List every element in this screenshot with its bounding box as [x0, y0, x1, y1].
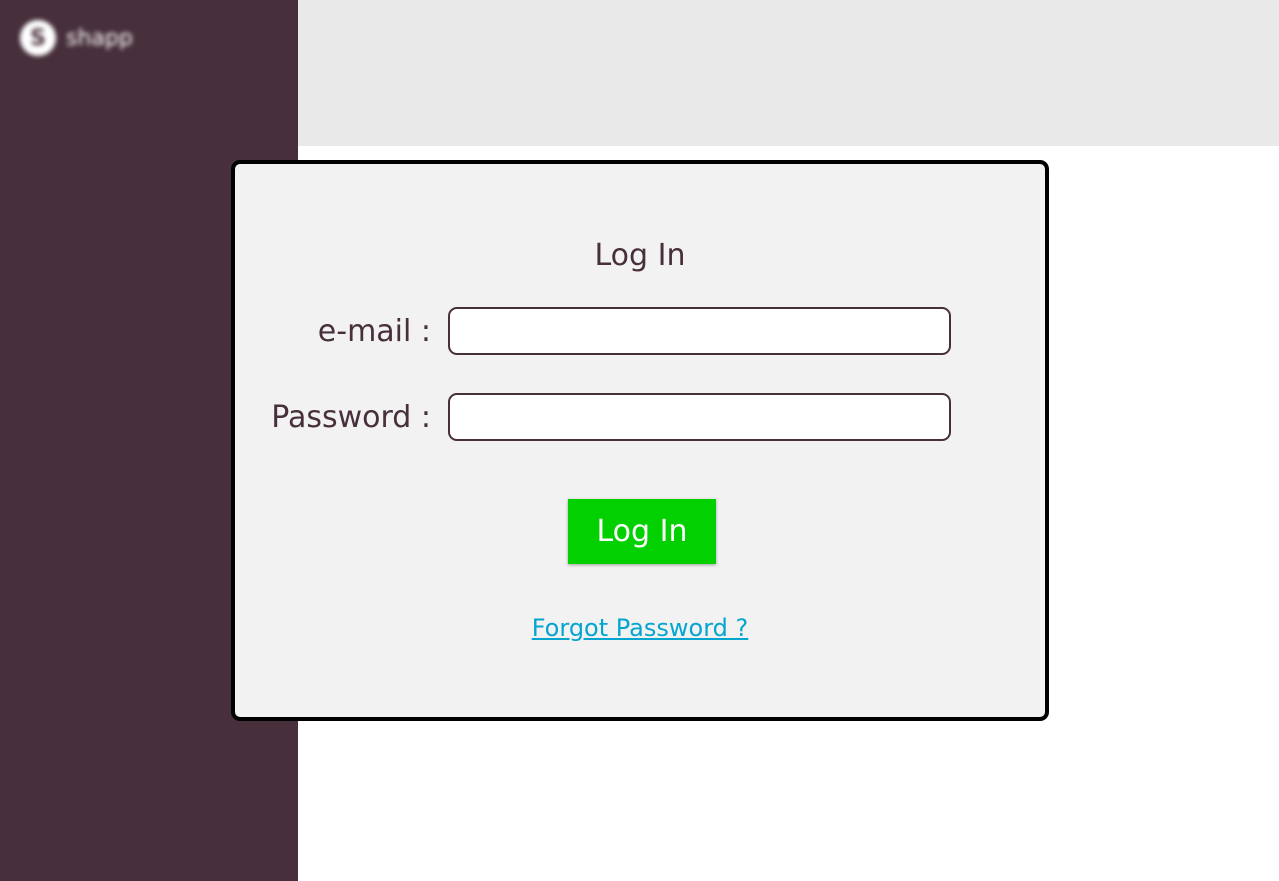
forgot-password-container: Forgot Password ? — [235, 614, 1045, 642]
password-field[interactable] — [448, 393, 951, 441]
email-field[interactable] — [448, 307, 951, 355]
password-label: Password : — [271, 400, 431, 435]
login-title: Log In — [594, 238, 686, 273]
brand: S shapp — [20, 20, 133, 56]
forgot-password-link[interactable]: Forgot Password ? — [532, 614, 749, 642]
login-dialog: Log In e-mail : Password : Log In Forgot… — [231, 160, 1049, 721]
email-label: e-mail : — [317, 314, 431, 349]
top-bar — [298, 0, 1279, 146]
brand-name: shapp — [66, 25, 133, 51]
brand-logo-icon: S — [20, 20, 56, 56]
login-button[interactable]: Log In — [568, 499, 716, 564]
